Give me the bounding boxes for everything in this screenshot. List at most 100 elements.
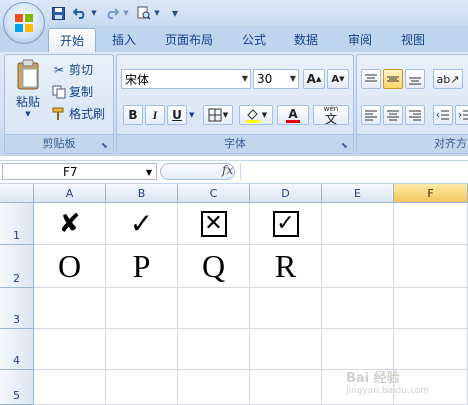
cell-f3[interactable] [394, 288, 468, 329]
cell-a5[interactable] [34, 370, 106, 405]
column-header-c[interactable]: C [178, 184, 250, 203]
print-preview-dropdown-icon[interactable]: ▼ [153, 4, 161, 22]
cell-b1[interactable]: ✓ [106, 203, 178, 245]
column-header-d[interactable]: D [250, 184, 322, 203]
tab-view[interactable]: 视图 [393, 28, 433, 52]
print-preview-icon[interactable] [136, 4, 152, 22]
cell-d5[interactable] [250, 370, 322, 405]
customize-toolbar-icon[interactable]: ▾ [170, 4, 180, 22]
font-dialog-launcher-icon[interactable]: ⬊ [341, 141, 350, 150]
align-left-button[interactable] [361, 105, 381, 125]
cell-c3[interactable] [178, 288, 250, 329]
cell-b3[interactable] [106, 288, 178, 329]
copy-label: 复制 [69, 85, 94, 99]
fill-color-button[interactable]: ▼ [239, 105, 273, 125]
row-header-4[interactable]: 4 [0, 329, 34, 370]
cell-d2[interactable]: R [250, 245, 322, 288]
copy-button[interactable]: 复制 [51, 83, 93, 100]
name-box[interactable]: F7 ▼ [2, 163, 157, 180]
align-middle-button[interactable] [383, 69, 403, 89]
column-header-b[interactable]: B [106, 184, 178, 203]
paste-dropdown-icon[interactable]: ▼ [25, 110, 30, 118]
font-name-combo[interactable]: 宋体 ▼ [121, 69, 251, 89]
redo-icon[interactable] [104, 4, 120, 22]
undo-icon[interactable] [72, 4, 88, 22]
format-painter-button[interactable]: 格式刷 [51, 105, 105, 122]
clipboard-group-label: 剪贴板 [5, 134, 113, 153]
underline-button[interactable]: U [167, 105, 187, 125]
title-bar: ▼ ▼ ▼ ▾ [0, 0, 468, 26]
cell-e3[interactable] [322, 288, 394, 329]
font-size-combo[interactable]: 30 ▼ [253, 69, 299, 89]
cell-c5[interactable] [178, 370, 250, 405]
column-header-e[interactable]: E [322, 184, 394, 203]
italic-button[interactable]: I [145, 105, 165, 125]
cell-d4[interactable] [250, 329, 322, 370]
clipboard-dialog-launcher-icon[interactable]: ⬊ [101, 141, 110, 150]
cell-c2[interactable]: Q [178, 245, 250, 288]
align-center-button[interactable] [383, 105, 403, 125]
align-top-icon [365, 74, 377, 82]
phonetic-guide-button[interactable]: wén 文 [313, 105, 349, 125]
cell-e4[interactable] [322, 329, 394, 370]
font-name-dropdown-icon[interactable]: ▼ [242, 74, 248, 83]
cell-e2[interactable] [322, 245, 394, 288]
align-middle-icon [387, 76, 399, 82]
underline-dropdown-icon[interactable]: ▼ [189, 111, 194, 119]
cell-a1[interactable]: ✘ [34, 203, 106, 245]
cell-f1[interactable] [394, 203, 468, 245]
cell-c1[interactable]: ✕ [178, 203, 250, 245]
cell-d2-text: R [274, 248, 297, 284]
borders-button[interactable]: ▼ [203, 105, 233, 125]
cell-b5[interactable] [106, 370, 178, 405]
increase-indent-button[interactable] [455, 105, 468, 125]
cell-d3[interactable] [250, 288, 322, 329]
cell-b2[interactable]: P [106, 245, 178, 288]
grow-font-button[interactable]: A ▲ [303, 69, 325, 89]
cell-f4[interactable] [394, 329, 468, 370]
save-icon[interactable] [50, 4, 66, 22]
tab-data[interactable]: 数据 [286, 28, 326, 52]
shrink-font-button[interactable]: A ▼ [327, 69, 349, 89]
tab-insert[interactable]: 插入 [104, 28, 144, 52]
cell-a3[interactable] [34, 288, 106, 329]
bold-button[interactable]: B [123, 105, 143, 125]
cross-mark: ✘ [58, 208, 81, 239]
select-all-corner[interactable] [0, 184, 34, 203]
cell-b4[interactable] [106, 329, 178, 370]
column-header-f[interactable]: F [394, 184, 468, 203]
row-header-3[interactable]: 3 [0, 288, 34, 329]
align-right-button[interactable] [405, 105, 425, 125]
name-box-dropdown-icon[interactable]: ▼ [146, 164, 152, 181]
cell-e1[interactable] [322, 203, 394, 245]
tab-formulas[interactable]: 公式 [234, 28, 274, 52]
cell-f2[interactable] [394, 245, 468, 288]
redo-dropdown-icon[interactable]: ▼ [122, 4, 130, 22]
orientation-button[interactable]: ab↗ [433, 69, 463, 89]
row-header-5[interactable]: 5 [0, 370, 34, 405]
worksheet-grid: A B C D E F 1 2 3 4 5 ✘ ✓ ✕ ✓ O P Q R Ba… [0, 184, 468, 405]
cell-d1[interactable]: ✓ [250, 203, 322, 245]
undo-dropdown-icon[interactable]: ▼ [90, 4, 98, 22]
paste-button[interactable]: 粘贴 ▼ [11, 59, 45, 133]
font-color-button[interactable]: A [277, 105, 309, 125]
paste-icon [17, 59, 39, 90]
tab-page-layout[interactable]: 页面布局 [158, 28, 220, 52]
office-button[interactable] [3, 2, 45, 44]
align-top-button[interactable] [361, 69, 381, 89]
formula-input[interactable] [240, 163, 468, 180]
tab-review[interactable]: 审阅 [340, 28, 380, 52]
tab-home[interactable]: 开始 [48, 28, 96, 54]
cut-button[interactable]: ✂ 剪切 [51, 61, 93, 78]
row-header-1[interactable]: 1 [0, 203, 34, 245]
cell-c4[interactable] [178, 329, 250, 370]
decrease-indent-button[interactable] [433, 105, 453, 125]
name-box-value: F7 [63, 165, 78, 179]
insert-function-icon[interactable]: fx [222, 163, 233, 177]
row-header-2[interactable]: 2 [0, 245, 34, 288]
cell-a4[interactable] [34, 329, 106, 370]
column-header-a[interactable]: A [34, 184, 106, 203]
cell-a2[interactable]: O [34, 245, 106, 288]
font-size-dropdown-icon[interactable]: ▼ [290, 74, 296, 83]
align-bottom-button[interactable] [405, 69, 425, 89]
